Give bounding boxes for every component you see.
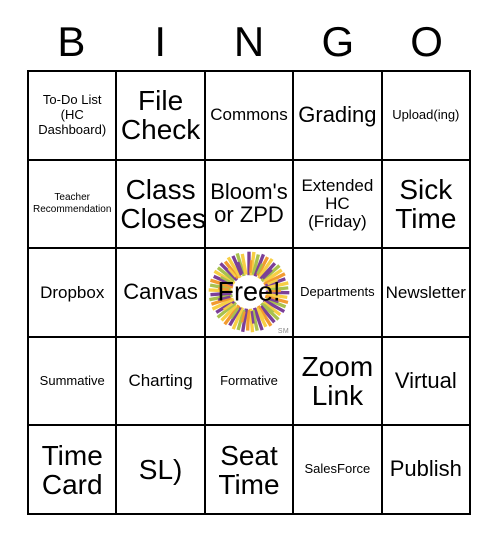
bingo-cell[interactable]: Grading bbox=[294, 72, 383, 161]
bingo-cell[interactable]: Teacher Recommendation bbox=[29, 160, 118, 250]
bingo-cell-label: File Check bbox=[120, 85, 201, 146]
bingo-cell-label: Class Closes bbox=[120, 173, 206, 234]
bingo-cell-label: Departments bbox=[300, 284, 375, 300]
bingo-cell[interactable]: Publish bbox=[382, 426, 471, 515]
bingo-cell-label: To-Do List (HC Dashboard) bbox=[38, 91, 107, 137]
bingo-cell[interactable]: Upload(ing) bbox=[382, 72, 471, 161]
bingo-cell-label: Formative bbox=[220, 372, 278, 388]
bingo-cell[interactable]: SalesForce bbox=[294, 426, 383, 515]
bingo-cell-label: Summative bbox=[39, 372, 105, 388]
header-letter-n: N bbox=[233, 18, 265, 65]
bingo-cell-label: SalesForce bbox=[304, 461, 371, 477]
bingo-cell-label: Extended HC (Friday) bbox=[301, 176, 374, 231]
bingo-cell[interactable]: Sick Time bbox=[382, 160, 471, 250]
bingo-cell[interactable]: File Check bbox=[117, 72, 206, 161]
bingo-cell-label: Commons bbox=[210, 105, 288, 125]
bingo-cell-label: Virtual bbox=[394, 367, 457, 393]
bingo-header: B I N G O bbox=[27, 14, 471, 70]
bingo-cell[interactable]: To-Do List (HC Dashboard) bbox=[29, 72, 118, 161]
bingo-cell-label: Dropbox bbox=[40, 282, 105, 302]
bingo-cell-label: Grading bbox=[298, 101, 377, 127]
bingo-cell-label: Bloom's or ZPD bbox=[210, 179, 288, 227]
header-letter-b: B bbox=[57, 18, 86, 65]
bingo-cell-label: Charting bbox=[128, 371, 193, 391]
bingo-cell[interactable]: Extended HC (Friday) bbox=[294, 160, 383, 250]
bingo-cell-label: Newsletter bbox=[385, 282, 466, 302]
bingo-card: B I N G O To-Do List (HC Dashboard) File… bbox=[0, 0, 500, 544]
bingo-cell-label: Sick Time bbox=[395, 173, 457, 234]
service-mark-label: SM bbox=[277, 328, 289, 336]
bingo-cell[interactable]: Departments bbox=[294, 249, 383, 338]
bingo-cell-label: Zoom Link bbox=[301, 350, 374, 412]
header-letter-i: I bbox=[154, 18, 167, 65]
bingo-cell[interactable]: Seat Time bbox=[205, 426, 295, 515]
free-space-inner: Free! SM bbox=[206, 249, 292, 336]
bingo-cell-label: Time Card bbox=[41, 439, 103, 500]
free-space-logo-wrap: Free! SM bbox=[207, 250, 291, 336]
bingo-cell[interactable]: Time Card bbox=[29, 426, 118, 515]
bingo-cell-label: Upload(ing) bbox=[392, 106, 460, 122]
bingo-cell[interactable]: Class Closes bbox=[117, 160, 206, 250]
bingo-free-space[interactable]: Free! SM bbox=[205, 249, 295, 338]
bingo-cell-label: Publish bbox=[389, 456, 462, 482]
bingo-cell[interactable]: SL) bbox=[117, 426, 206, 515]
bingo-cell[interactable]: Canvas bbox=[117, 249, 206, 338]
free-space-label: Free! bbox=[217, 276, 281, 307]
bingo-cell[interactable]: Zoom Link bbox=[294, 337, 383, 427]
header-letter-o: O bbox=[410, 18, 443, 65]
bingo-cell-label: Canvas bbox=[123, 279, 198, 305]
bingo-cell[interactable]: Formative bbox=[205, 337, 295, 427]
header-letter-g: G bbox=[321, 18, 355, 65]
bingo-cell[interactable]: Dropbox bbox=[29, 249, 118, 338]
bingo-cell[interactable]: Bloom's or ZPD bbox=[205, 160, 295, 250]
bingo-cell[interactable]: Virtual bbox=[382, 337, 471, 427]
bingo-cell[interactable]: Newsletter bbox=[382, 249, 471, 338]
bingo-cell[interactable]: Summative bbox=[29, 337, 118, 427]
bingo-cell[interactable]: Charting bbox=[117, 337, 206, 427]
bingo-cell-label: Teacher Recommendation bbox=[33, 192, 112, 215]
bingo-grid: To-Do List (HC Dashboard) File Check Com… bbox=[27, 70, 471, 515]
bingo-cell-label: Seat Time bbox=[218, 439, 280, 500]
bingo-cell[interactable]: Commons bbox=[205, 72, 295, 161]
bingo-cell-label: SL) bbox=[138, 454, 183, 486]
